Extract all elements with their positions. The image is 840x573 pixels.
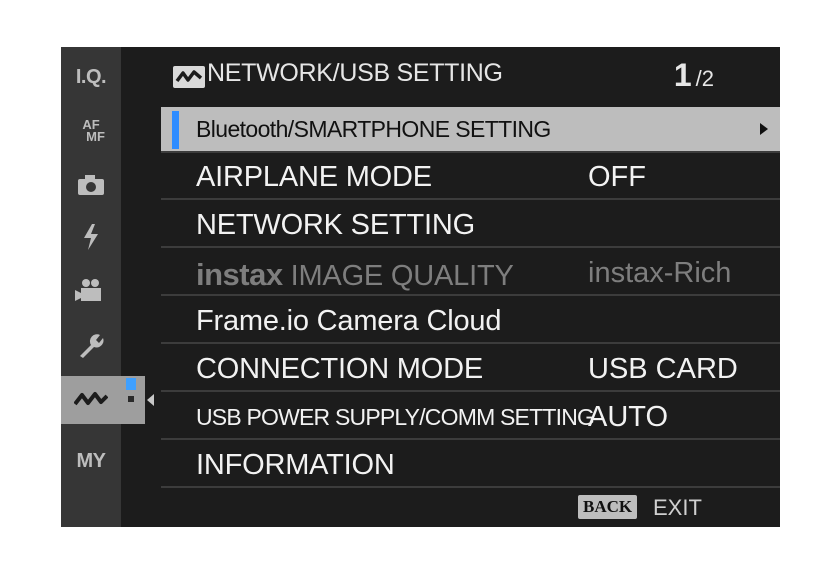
menu-item-connection-mode[interactable]: CONNECTION MODE USB CARD <box>161 346 780 392</box>
page-indicator-current <box>126 378 136 390</box>
wrench-icon <box>80 334 104 358</box>
menu-item-information[interactable]: INFORMATION <box>161 442 780 488</box>
tab-label: I.Q. <box>75 65 107 88</box>
page-title: NETWORK/USB SETTING <box>207 59 503 87</box>
page-number: 1/2 <box>674 57 714 94</box>
menu-item-value: instax-Rich <box>588 257 732 289</box>
tab-setup[interactable] <box>61 321 121 369</box>
menu-header: NETWORK/USB SETTING 1/2 <box>161 47 780 105</box>
tab-flash[interactable] <box>61 213 121 261</box>
camera-icon <box>78 175 104 195</box>
network-icon <box>173 66 205 88</box>
back-key-icon[interactable]: BACK <box>578 495 638 519</box>
menu-item-frameio-camera-cloud[interactable]: Frame.io Camera Cloud <box>161 298 780 344</box>
menu-item-usb-power-supply-comm-setting[interactable]: USB POWER SUPPLY/COMM SETTING AUTO <box>161 394 780 440</box>
selection-marker <box>172 111 179 149</box>
menu-item-bluetooth-smartphone-setting[interactable]: Bluetooth/SMARTPHONE SETTING <box>161 107 780 153</box>
menu-item-label: AIRPLANE MODE <box>196 161 432 193</box>
tab-label: MY <box>76 449 107 472</box>
menu-item-label: NETWORK SETTING <box>196 209 475 241</box>
menu-item-label: Bluetooth/SMARTPHONE SETTING <box>196 116 551 142</box>
tab-label-mf: MF <box>86 129 105 144</box>
page-indicator <box>126 374 136 406</box>
menu-item-label: IMAGE QUALITY <box>290 260 514 292</box>
page-current: 1 <box>673 57 692 93</box>
menu-panel: NETWORK/USB SETTING 1/2 Bluetooth/SMARTP… <box>161 47 780 527</box>
menu-item-instax-image-quality[interactable]: instax IMAGE QUALITY instax-Rich <box>161 250 780 296</box>
menu-item-label: USB POWER SUPPLY/COMM SETTING <box>196 404 595 430</box>
menu-item-value: AUTO <box>588 401 669 433</box>
menu-category-sidebar: I.Q. AF MF MY <box>61 47 154 527</box>
tab-shooting[interactable] <box>61 161 121 209</box>
tab-af-mf[interactable]: AF MF <box>61 107 121 155</box>
submenu-arrow-icon <box>760 123 768 135</box>
movie-camera-icon <box>75 279 101 301</box>
menu-item-value: OFF <box>588 161 646 193</box>
menu-item-airplane-mode[interactable]: AIRPLANE MODE OFF <box>161 154 780 200</box>
exit-label: EXIT <box>653 495 702 520</box>
menu-item-network-setting[interactable]: NETWORK SETTING <box>161 202 780 248</box>
flash-icon <box>84 224 98 250</box>
network-icon <box>74 392 108 406</box>
menu-item-label: Frame.io Camera Cloud <box>196 305 502 337</box>
tab-my-menu[interactable]: MY <box>61 437 121 485</box>
instax-logo: instax <box>196 257 283 292</box>
camera-menu-screen: I.Q. AF MF MY NETWORK/USB SETTING 1 /2 B… <box>61 47 780 527</box>
menu-footer: BACK EXIT <box>161 491 780 527</box>
active-tab-pointer <box>147 394 154 406</box>
page-indicator-other <box>128 396 134 402</box>
menu-item-label: INFORMATION <box>196 449 395 481</box>
page-total: /2 <box>695 66 714 91</box>
tab-image-quality[interactable]: I.Q. <box>61 53 121 101</box>
menu-item-value: USB CARD <box>588 353 738 385</box>
tab-movie[interactable] <box>61 267 121 315</box>
menu-item-label: CONNECTION MODE <box>196 353 484 385</box>
